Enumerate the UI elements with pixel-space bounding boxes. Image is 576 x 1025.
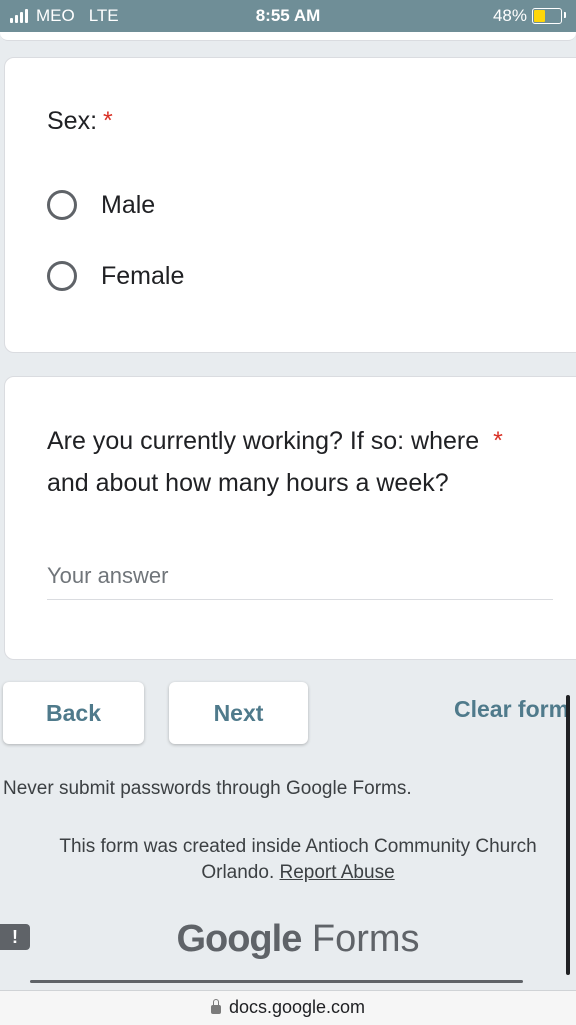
brand-forms: Forms: [311, 918, 420, 960]
question-title-line1: Are you currently working? If so: where *: [47, 427, 503, 455]
battery-icon: [532, 8, 566, 24]
created-line1: This form was created inside Antioch Com…: [59, 836, 537, 857]
answer-input[interactable]: Your answer: [47, 557, 553, 600]
option-label-male: Male: [101, 190, 156, 219]
question-title-line2: and about how many hours a week?: [47, 469, 449, 497]
option-female[interactable]: Female: [47, 261, 184, 291]
lock-icon: [210, 999, 221, 1014]
required-asterisk: *: [493, 427, 503, 455]
option-label-female: Female: [101, 261, 185, 290]
next-button[interactable]: Next: [169, 682, 308, 744]
scrollbar[interactable]: [566, 695, 570, 975]
google-forms-logo[interactable]: Google Forms: [0, 918, 576, 961]
status-bar: MEO LTE 8:55 AM 48%: [0, 0, 576, 32]
clock: 8:55 AM: [255, 6, 321, 25]
clear-form-button[interactable]: Clear form: [454, 696, 569, 723]
home-indicator: [30, 980, 523, 983]
question-title: Are you currently working? If so: where *…: [47, 420, 567, 504]
radio-button-female[interactable]: [47, 261, 77, 291]
question-title: Sex: *: [47, 100, 113, 142]
battery-percent: 48%: [492, 6, 527, 25]
radio-button-male[interactable]: [47, 190, 77, 220]
option-male[interactable]: Male: [47, 190, 155, 220]
created-line2: Orlando. Report Abuse: [201, 862, 395, 883]
question-card-sex: Sex: * Male Female: [4, 57, 576, 353]
brand-google: Google: [176, 918, 302, 960]
required-asterisk: *: [103, 107, 113, 135]
question-card-working: Are you currently working? If so: where *…: [4, 376, 576, 660]
browser-url-bar[interactable]: docs.google.com: [0, 990, 576, 1025]
url-display[interactable]: docs.google.com: [0, 997, 576, 1018]
report-abuse-link[interactable]: Report Abuse: [280, 862, 395, 883]
created-by-notice: This form was created inside Antioch Com…: [0, 834, 576, 886]
url-text: docs.google.com: [228, 997, 366, 1017]
back-button[interactable]: Back: [3, 682, 144, 744]
status-right: 48%: [492, 6, 566, 26]
previous-card-edge: [0, 32, 576, 41]
password-warning: Never submit passwords through Google Fo…: [3, 778, 412, 799]
question-title-text: Sex:: [47, 107, 98, 135]
